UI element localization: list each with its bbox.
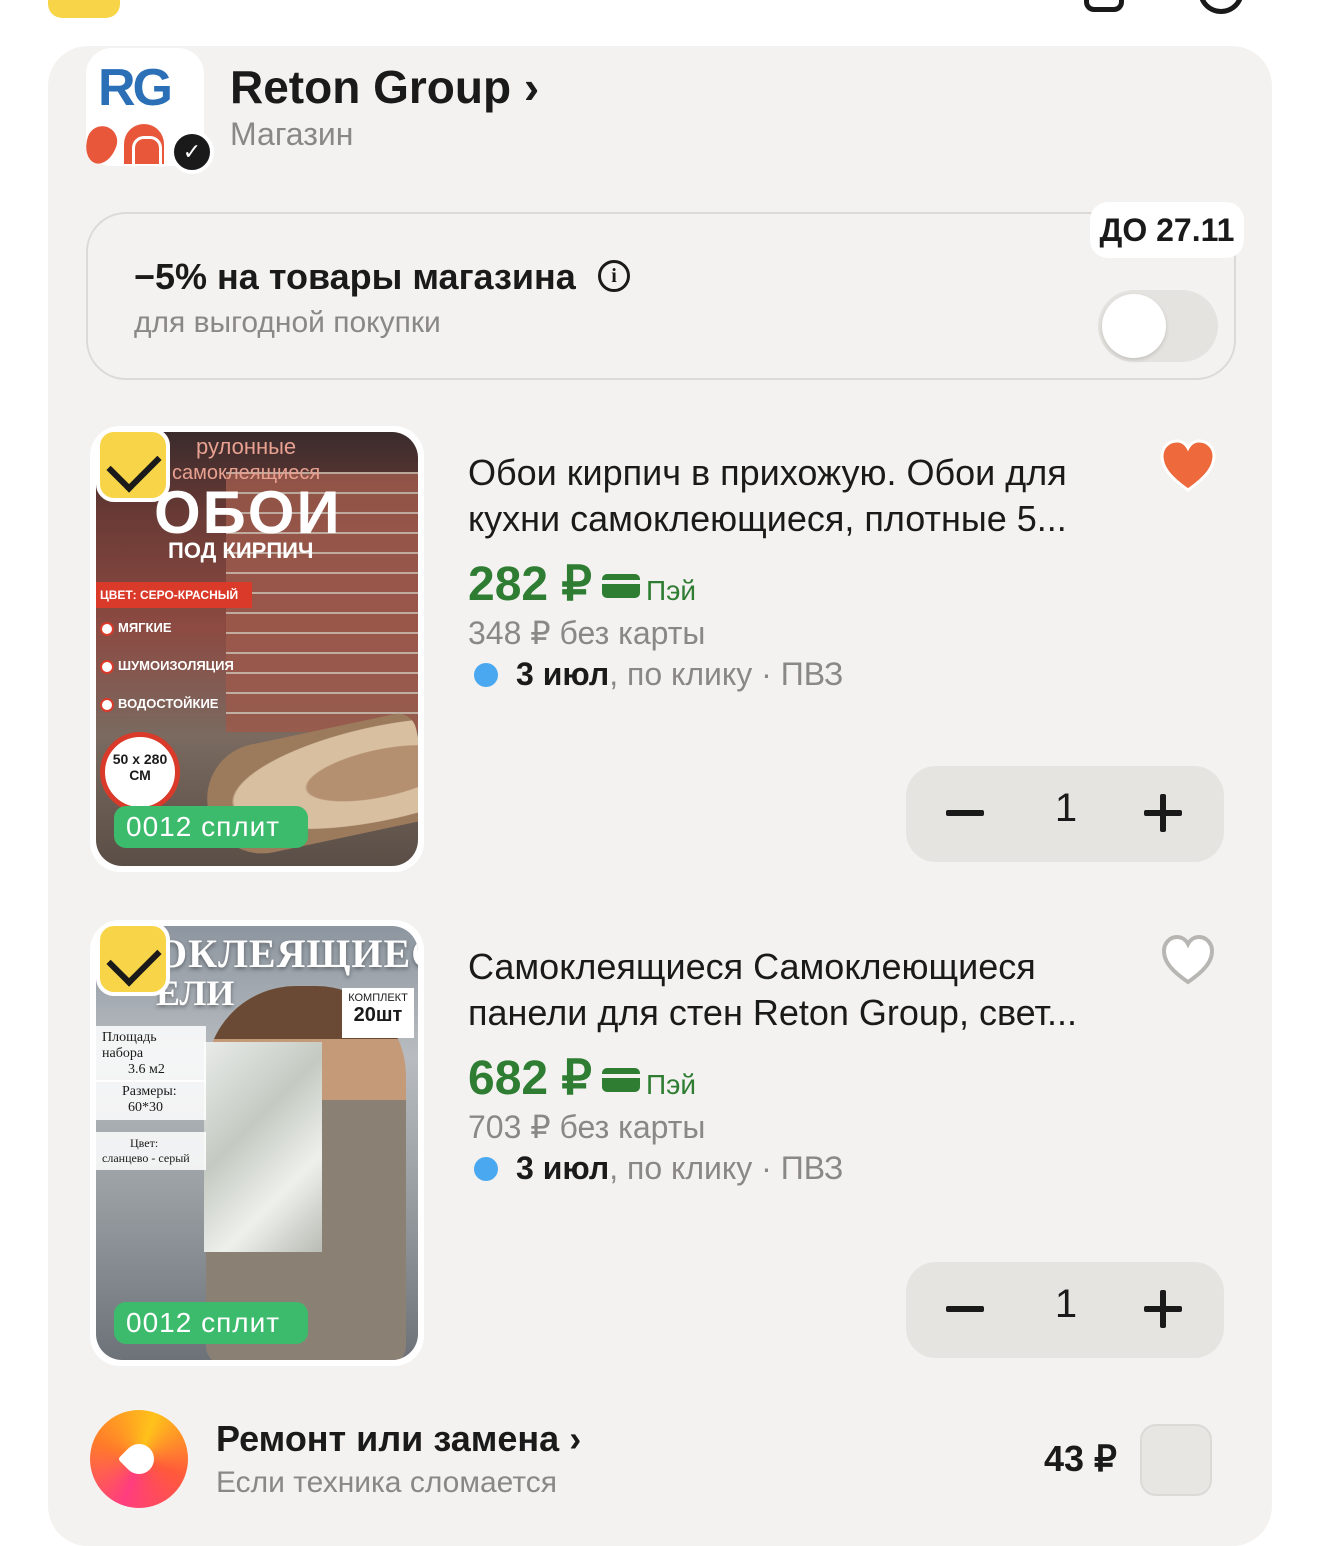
shop-logo[interactable]: RG ✓ [80, 48, 214, 174]
repair-subtitle: Если техника сломается [216, 1466, 558, 1499]
spec-size: Размеры: 60*30 [96, 1080, 206, 1120]
shop-name: Reton Group [230, 61, 512, 113]
price-row: 282 ₽ Пэй [468, 556, 696, 612]
verified-badge-icon: ✓ [170, 130, 214, 174]
delivery-date: 3 июл [516, 656, 610, 692]
repair-price: 43 ₽ [1044, 1438, 1117, 1479]
profile-icon[interactable] [1198, 0, 1244, 14]
kit-label: КОМПЛЕКТ 20шт [342, 988, 414, 1038]
shop-name-link[interactable]: Reton Group › [230, 60, 539, 114]
pay-label: Пэй [645, 575, 697, 606]
quantity-stepper: 1 [906, 1262, 1224, 1358]
delivery-info: 3 июл , по клику · ПВЗ [474, 1150, 843, 1187]
split-badge: 0012 сплит [114, 1302, 308, 1344]
toggle-knob [1102, 294, 1166, 358]
spec-label: Цвет: [130, 1136, 159, 1150]
repair-checkbox[interactable] [1140, 1424, 1212, 1496]
top-yellow-button[interactable] [48, 0, 120, 18]
plus-button[interactable] [1144, 1290, 1182, 1328]
favorite-heart-outline-icon[interactable] [1158, 932, 1218, 988]
delivery-dot-icon [474, 1156, 498, 1181]
cart-icon[interactable] [1084, 0, 1124, 12]
wall-panel-sample [204, 1042, 322, 1252]
image-headline: ОКЛЕЯЩИЕСЯ [156, 931, 418, 976]
spec-value: 60*30 [128, 1100, 163, 1115]
minus-button[interactable] [946, 810, 984, 816]
logo-arch-shape [124, 124, 164, 167]
promo-discount-block[interactable]: −5% на товары магазина i для выгодной по… [86, 212, 1236, 380]
image-feature: МЯГКИЕ [100, 620, 172, 636]
chevron-right-icon: › [523, 61, 540, 113]
product-title[interactable]: Обои кирпич в прихожую. Обои для кухни с… [468, 450, 1148, 542]
price-without-card: 348 ₽ без карты [468, 615, 706, 651]
image-feature: ШУМОИЗОЛЯЦИЯ [100, 658, 234, 674]
delivery-details: , по клику · ПВЗ [609, 656, 844, 692]
image-color-label: ЦВЕТ: СЕРО-КРАСНЫЙ [96, 582, 252, 608]
spec-color: Цвет: сланцево - серый [96, 1132, 206, 1170]
delivery-date: 3 июл [516, 1150, 610, 1186]
select-checkbox[interactable] [96, 922, 170, 996]
promo-subtitle: для выгодной покупки [134, 306, 441, 339]
quantity-value: 1 [1054, 786, 1078, 830]
promo-toggle[interactable] [1098, 290, 1218, 362]
spec-label: Размеры: [122, 1084, 177, 1099]
quantity-value: 1 [1054, 1282, 1078, 1326]
delivery-details: , по клику · ПВЗ [609, 1150, 844, 1186]
promo-date-badge: ДО 27.11 [1090, 202, 1244, 258]
price-without-card: 703 ₽ без карты [468, 1109, 706, 1145]
top-bar [0, 0, 1320, 30]
price-row: 682 ₽ Пэй [468, 1050, 696, 1106]
spec-value: сланцево - серый [102, 1151, 190, 1165]
image-feature: ВОДОСТОЙКИЕ [100, 696, 218, 712]
kit-value: 20шт [353, 1004, 403, 1026]
spec-label: Площадь набора [102, 1030, 157, 1061]
repair-service-icon [90, 1410, 188, 1508]
card-icon [601, 1068, 640, 1092]
image-headline: ОБОИ [154, 479, 342, 546]
select-checkbox[interactable] [96, 428, 170, 502]
price: 682 ₽ [468, 1052, 592, 1105]
split-badge: 0012 сплит [114, 806, 308, 848]
repair-option-link[interactable]: Ремонт или замена › [216, 1418, 581, 1460]
promo-title: −5% на товары магазина [134, 256, 576, 297]
pay-label: Пэй [645, 1069, 697, 1100]
favorite-heart-filled-icon[interactable] [1158, 438, 1218, 494]
delivery-info: 3 июл , по клику · ПВЗ [474, 656, 843, 693]
spec-value: 3.6 м2 [128, 1062, 165, 1077]
delivery-dot-icon [474, 662, 498, 687]
image-caption: рулонные [196, 434, 297, 459]
size-seal: 50 x 280 СМ [100, 732, 180, 812]
chevron-right-icon: › [569, 1418, 582, 1459]
plus-button[interactable] [1144, 794, 1182, 832]
spec-area: Площадь набора 3.6 м2 [96, 1026, 206, 1082]
minus-button[interactable] [946, 1306, 984, 1312]
info-icon[interactable]: i [598, 260, 630, 292]
shop-logo-text: RG [98, 59, 173, 117]
repair-title: Ремонт или замена [216, 1418, 560, 1459]
shop-type: Магазин [230, 116, 354, 152]
product-title[interactable]: Самоклеящиеся Самоклеющиеся панели для с… [468, 944, 1148, 1036]
card-icon [601, 574, 640, 598]
kit-label-text: КОМПЛЕКТ [348, 992, 408, 1004]
price: 282 ₽ [468, 558, 592, 611]
image-subheadline: ПОД КИРПИЧ [168, 538, 314, 563]
quantity-stepper: 1 [906, 766, 1224, 862]
